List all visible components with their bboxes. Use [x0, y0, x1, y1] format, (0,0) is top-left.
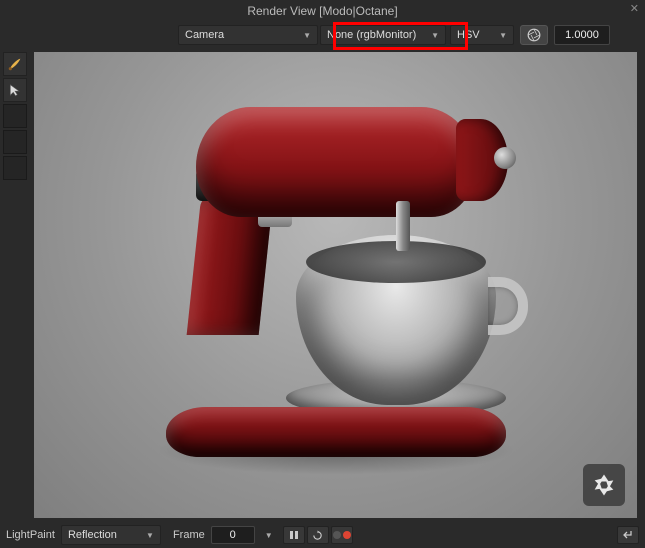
- lightpaint-label: LightPaint: [6, 529, 55, 541]
- bottom-toolbar: LightPaint Reflection ▼ Frame 0 ▼: [0, 522, 645, 548]
- mixer-bowl: [296, 235, 496, 405]
- pause-button[interactable]: [283, 526, 305, 544]
- render-view-window: Render View [Modo|Octane] ✕ Camera ▼ Non…: [0, 0, 645, 548]
- refresh-icon: [312, 530, 323, 541]
- camera-dropdown[interactable]: Camera ▼: [178, 25, 318, 45]
- mixer-knob: [494, 147, 516, 169]
- chevron-down-icon: ▼: [499, 31, 507, 40]
- bowl-handle: [488, 277, 528, 335]
- render-canvas: [34, 52, 637, 518]
- mixer-shaft: [396, 201, 410, 251]
- octane-aperture-icon: [590, 471, 618, 499]
- render-viewport[interactable]: [30, 48, 645, 522]
- top-toolbar: Camera ▼ None (rgbMonitor) ▼ HSV ▼ 1.000…: [0, 22, 645, 48]
- cursor-icon: [8, 83, 22, 97]
- chevron-down-icon: ▼: [431, 31, 439, 40]
- return-icon: [622, 529, 634, 541]
- octane-logo-badge[interactable]: [583, 464, 625, 506]
- record-button[interactable]: [331, 526, 353, 544]
- cursor-tool-button[interactable]: [3, 78, 27, 102]
- left-toolbar: [0, 48, 30, 522]
- tool-slot-empty[interactable]: [3, 130, 27, 154]
- pause-icon: [289, 530, 299, 540]
- lightpaint-mode-dropdown[interactable]: Reflection ▼: [61, 525, 161, 545]
- aperture-button[interactable]: [520, 25, 548, 45]
- colorspace-dropdown[interactable]: HSV ▼: [450, 25, 514, 45]
- chevron-down-icon: ▼: [303, 31, 311, 40]
- titlebar: Render View [Modo|Octane] ✕: [0, 0, 645, 22]
- monitor-dropdown-label: None (rgbMonitor): [327, 29, 416, 41]
- record-dot-off-icon: [333, 531, 341, 539]
- tool-slot-empty[interactable]: [3, 156, 27, 180]
- aperture-icon: [527, 28, 541, 42]
- brush-icon: [7, 56, 23, 72]
- frame-value: 0: [230, 529, 236, 541]
- exposure-field[interactable]: 1.0000: [554, 25, 610, 45]
- exposure-value: 1.0000: [565, 29, 599, 41]
- body-area: [0, 48, 645, 522]
- return-button[interactable]: [617, 526, 639, 544]
- record-dot-icon: [343, 531, 351, 539]
- lightpaint-mode-label: Reflection: [68, 529, 117, 541]
- mixer-head: [196, 107, 476, 217]
- monitor-dropdown[interactable]: None (rgbMonitor) ▼: [320, 25, 446, 45]
- frame-label: Frame: [173, 529, 205, 541]
- refresh-button[interactable]: [307, 526, 329, 544]
- chevron-down-icon[interactable]: ▼: [265, 531, 273, 540]
- mixer-base: [166, 407, 506, 457]
- stand-mixer: [146, 77, 526, 477]
- camera-dropdown-label: Camera: [185, 29, 224, 41]
- colorspace-dropdown-label: HSV: [457, 29, 480, 41]
- window-title: Render View [Modo|Octane]: [247, 4, 397, 18]
- transport-controls: [283, 526, 353, 544]
- tool-slot-empty[interactable]: [3, 104, 27, 128]
- close-icon[interactable]: ✕: [630, 2, 639, 15]
- frame-field[interactable]: 0: [211, 526, 255, 544]
- brush-tool-button[interactable]: [3, 52, 27, 76]
- chevron-down-icon: ▼: [146, 531, 154, 540]
